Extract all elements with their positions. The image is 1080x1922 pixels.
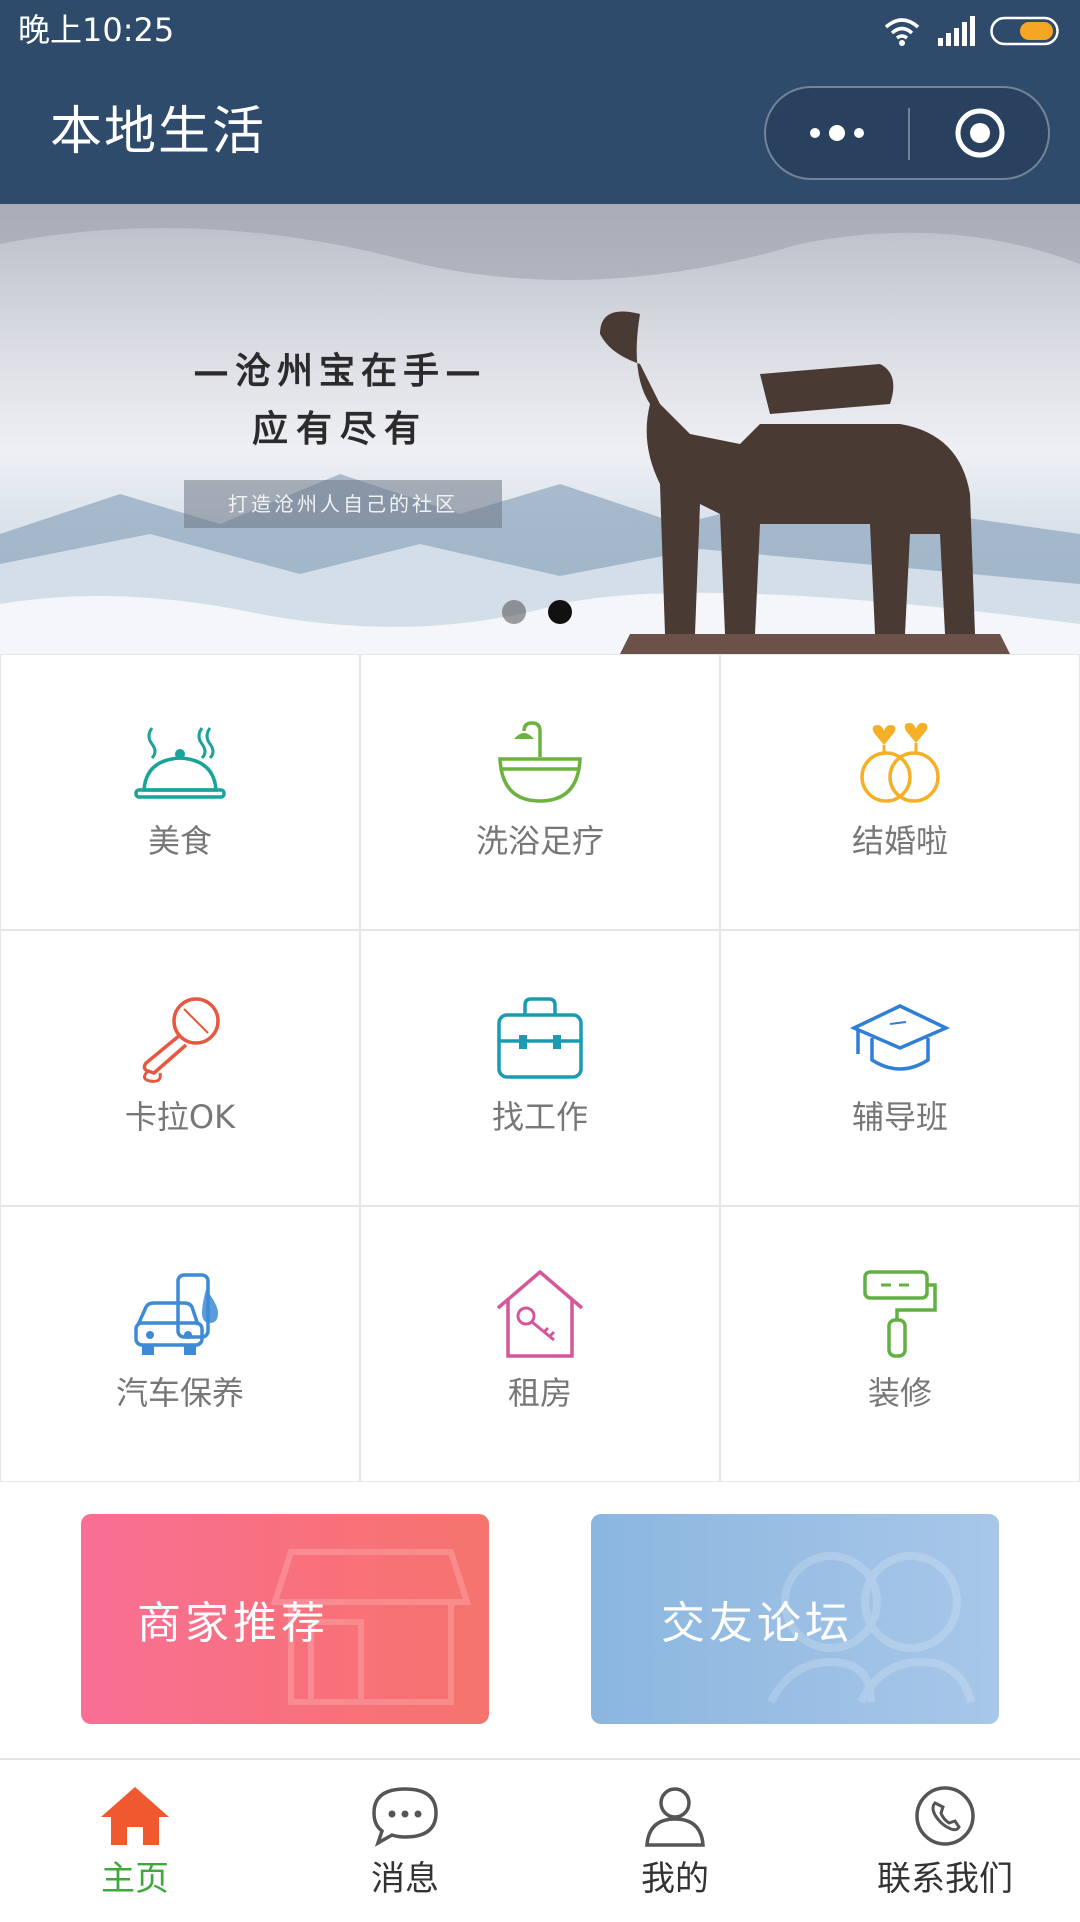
carousel-dot[interactable]	[502, 600, 526, 624]
banner-slogan-line1: —沧州宝在手—	[192, 350, 487, 392]
house-key-icon	[496, 1269, 584, 1358]
carousel-dot-active[interactable]	[548, 600, 572, 624]
category-grid: 美食 洗浴足疗 结婚啦 卡拉OK 找工作 辅导班 汽车保养 租房 装修	[0, 654, 1080, 1482]
status-icons	[882, 12, 1062, 50]
tab-label: 主页	[101, 1859, 169, 1899]
home-icon	[101, 1787, 169, 1845]
briefcase-icon	[497, 997, 583, 1079]
wedding-rings-icon	[860, 723, 940, 803]
tab-contact[interactable]: 联系我们	[810, 1760, 1080, 1922]
phone-icon	[915, 1786, 975, 1846]
page-title: 本地生活	[50, 102, 267, 162]
category-wedding[interactable]: 结婚啦	[720, 654, 1080, 930]
status-time: 晚上10:25	[18, 11, 175, 49]
category-decoration[interactable]: 装修	[720, 1206, 1080, 1482]
microphone-icon	[142, 997, 220, 1083]
bottom-tab-bar: 主页 消息 我的 联系我们	[0, 1758, 1080, 1922]
merchant-recommend-card[interactable]: 商家推荐	[81, 1514, 489, 1724]
more-button[interactable]	[766, 88, 908, 178]
mini-program-capsule	[764, 86, 1050, 180]
user-icon	[645, 1787, 705, 1847]
promo-label: 交友论坛	[661, 1598, 853, 1649]
social-forum-card[interactable]: 交友论坛	[591, 1514, 999, 1724]
banner-slogan-line2: 应有尽有	[251, 408, 428, 450]
category-label: 汽车保养	[115, 1374, 244, 1412]
banner-carousel[interactable]: —沧州宝在手— 应有尽有 打造沧州人自己的社区	[0, 204, 1080, 654]
category-jobs[interactable]: 找工作	[360, 930, 720, 1206]
chat-bubble-icon	[372, 1787, 438, 1847]
category-label: 找工作	[491, 1098, 588, 1136]
car-wash-icon	[134, 1273, 218, 1355]
category-label: 美食	[147, 822, 212, 860]
category-tutoring[interactable]: 辅导班	[720, 930, 1080, 1206]
tab-label: 消息	[371, 1859, 439, 1899]
category-label: 装修	[867, 1374, 932, 1412]
wifi-icon	[884, 18, 920, 46]
category-rent[interactable]: 租房	[360, 1206, 720, 1482]
tab-messages[interactable]: 消息	[270, 1760, 540, 1922]
paint-roller-icon	[863, 1270, 937, 1358]
category-karaoke[interactable]: 卡拉OK	[0, 930, 360, 1206]
category-label: 租房	[507, 1374, 572, 1412]
carousel-indicators	[502, 600, 572, 624]
status-bar: 晚上10:25	[0, 0, 1080, 62]
tab-home[interactable]: 主页	[0, 1760, 270, 1922]
battery-icon	[990, 16, 1059, 46]
close-button[interactable]	[910, 88, 1050, 178]
category-bath[interactable]: 洗浴足疗	[360, 654, 720, 930]
banner-tagline: 打造沧州人自己的社区	[184, 480, 502, 528]
category-label: 卡拉OK	[124, 1098, 236, 1136]
tab-label: 联系我们	[877, 1859, 1013, 1899]
food-cloche-icon	[134, 727, 226, 799]
category-label: 洗浴足疗	[475, 822, 604, 860]
nav-bar: 本地生活	[0, 62, 1080, 204]
promo-label: 商家推荐	[137, 1598, 329, 1649]
tab-label: 我的	[641, 1859, 709, 1899]
tab-profile[interactable]: 我的	[540, 1760, 810, 1922]
category-food[interactable]: 美食	[0, 654, 360, 930]
signal-icon	[938, 16, 975, 46]
target-circle-icon	[955, 108, 1005, 158]
more-dots-icon	[810, 125, 864, 141]
category-label: 结婚啦	[851, 822, 948, 860]
category-car-care[interactable]: 汽车保养	[0, 1206, 360, 1482]
category-label: 辅导班	[851, 1098, 948, 1136]
bath-tub-icon	[498, 721, 582, 803]
graduation-cap-icon	[850, 1004, 950, 1071]
